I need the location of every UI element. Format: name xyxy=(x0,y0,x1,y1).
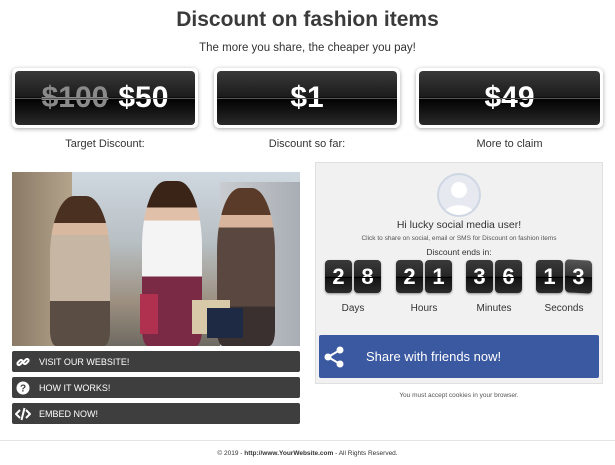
how-it-works-label: HOW IT WORKS! xyxy=(39,382,111,393)
price-display: $49 xyxy=(419,71,600,125)
target-discount-box: $100 $50 xyxy=(12,68,198,128)
seconds-label: Seconds xyxy=(544,303,584,314)
visit-website-label: VISIT OUR WEBSITE! xyxy=(39,356,130,367)
countdown-minutes: 3 6 xyxy=(466,260,522,293)
discount-ends-label: Discount ends in: xyxy=(426,247,492,257)
embed-now-button[interactable]: EMBED NOW! xyxy=(12,403,300,424)
visit-website-button[interactable]: VISIT OUR WEBSITE! xyxy=(12,351,300,372)
photo-bag xyxy=(207,308,243,338)
embed-now-label: EMBED NOW! xyxy=(39,408,99,419)
days-label: Days xyxy=(341,303,365,314)
question-icon: ? xyxy=(15,380,31,396)
price-display: $1 xyxy=(217,71,397,125)
minutes-label: Minutes xyxy=(476,303,512,314)
link-icon xyxy=(15,354,31,370)
countdown-digit: 8 xyxy=(354,260,381,293)
countdown-seconds: 1 3 xyxy=(536,259,592,294)
greeting-text: Hi lucky social media user! xyxy=(396,219,522,231)
countdown-digit: 2 xyxy=(396,260,423,293)
footer-copyright: © 2019 - xyxy=(217,450,245,457)
share-button[interactable]: Share with friends now! xyxy=(319,335,599,378)
target-discount-label: Target Discount: xyxy=(65,138,145,150)
page: Discount on fashion items The more you s… xyxy=(0,0,615,465)
user-avatar-icon xyxy=(437,173,481,217)
footer: © 2019 - http://www.YourWebsite.com - Al… xyxy=(0,440,615,465)
countdown-digit: 1 xyxy=(536,260,563,293)
svg-text:?: ? xyxy=(20,383,26,394)
discount-so-far-value: $1 xyxy=(290,81,324,114)
photo-person xyxy=(50,196,110,346)
price-display: $100 $50 xyxy=(15,71,195,125)
page-subtitle: The more you share, the cheaper you pay! xyxy=(199,42,416,54)
page-title: Discount on fashion items xyxy=(176,8,439,31)
countdown-hours: 2 1 xyxy=(396,260,452,293)
old-price: $100 xyxy=(41,81,109,114)
discount-so-far-label: Discount so far: xyxy=(268,138,346,150)
share-icon xyxy=(322,345,346,369)
product-photo xyxy=(12,172,300,346)
more-to-claim-value: $49 xyxy=(484,81,535,114)
more-to-claim-box: $49 xyxy=(416,68,603,128)
hours-label: Hours xyxy=(410,303,438,314)
share-button-label: Share with friends now! xyxy=(366,349,502,364)
target-price: $50 xyxy=(118,81,169,114)
countdown-digit: 6 xyxy=(495,260,522,293)
countdown-digit: 2 xyxy=(325,260,352,293)
countdown-digit: 1 xyxy=(425,260,452,293)
cookie-note: You must accept cookies in your browser. xyxy=(399,392,519,399)
countdown-digit: 3 xyxy=(565,259,592,294)
code-icon xyxy=(15,406,31,422)
instruction-text: Click to share on social, email or SMS f… xyxy=(361,235,557,242)
how-it-works-button[interactable]: ? HOW IT WORKS! xyxy=(12,377,300,398)
discount-so-far-box: $1 xyxy=(214,68,400,128)
more-to-claim-label: More to claim xyxy=(476,138,543,150)
footer-website-link[interactable]: http://www.YourWebsite.com xyxy=(244,450,333,457)
countdown-digit: 3 xyxy=(466,260,493,293)
countdown-days: 2 8 xyxy=(325,260,381,293)
footer-rights: - All Rights Reserved. xyxy=(333,450,398,457)
photo-bag xyxy=(140,294,158,334)
